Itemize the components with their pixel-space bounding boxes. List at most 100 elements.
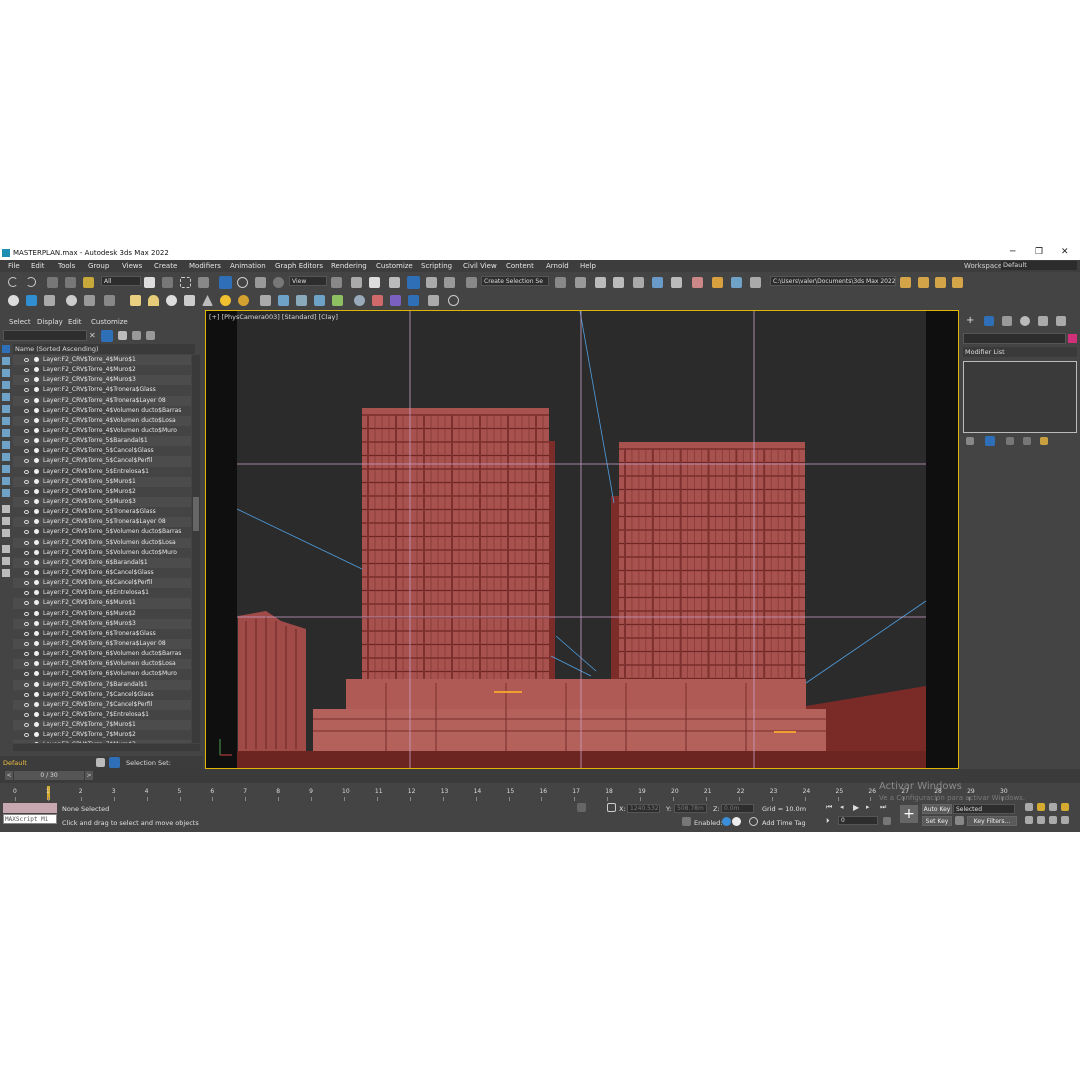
select-filter-icon[interactable] xyxy=(101,330,113,342)
auto-key-button[interactable]: Auto Key xyxy=(922,804,952,814)
scene-object-row[interactable]: Layer:F2_CRV$Torre_6$Volumen ducto$Muro xyxy=(13,669,191,679)
visibility-eye-icon[interactable] xyxy=(24,408,29,413)
time-config-icon[interactable] xyxy=(883,817,891,825)
render-toggle-icon[interactable] xyxy=(34,630,39,636)
key-mode-icon[interactable]: ⏵ xyxy=(826,817,834,825)
viewport-icon[interactable] xyxy=(44,295,55,306)
help-icon[interactable] xyxy=(448,295,459,306)
render-toggle-icon[interactable] xyxy=(34,651,39,657)
adaptive-degradation-icon[interactable] xyxy=(682,817,691,826)
visibility-eye-icon[interactable] xyxy=(24,641,29,646)
display-cameras-icon[interactable] xyxy=(2,393,10,401)
menu-modifiers[interactable]: Modifiers xyxy=(189,262,221,270)
pan-view-icon[interactable] xyxy=(1037,816,1045,824)
scene-object-row[interactable]: Layer:F2_CRV$Torre_5$Tronera$Layer 08 xyxy=(13,517,191,528)
previous-frame-icon[interactable]: ◂ xyxy=(840,803,848,811)
zoom-icon[interactable] xyxy=(1025,803,1033,811)
enabled-toggle-icon[interactable] xyxy=(722,817,731,826)
select-rotate-icon[interactable] xyxy=(237,277,248,288)
minimize-button[interactable]: ─ xyxy=(1010,247,1015,257)
render-toggle-icon[interactable] xyxy=(34,387,39,393)
render-production-icon[interactable] xyxy=(750,277,761,288)
visibility-eye-icon[interactable] xyxy=(24,398,29,403)
camera-icon[interactable] xyxy=(84,295,95,306)
x-coordinate-field[interactable]: 1240.532m xyxy=(627,804,660,813)
scene-object-row[interactable]: Layer:F2_CRV$Torre_4$Tronera$Glass xyxy=(13,385,191,395)
visibility-eye-icon[interactable] xyxy=(24,591,29,596)
scene-object-row[interactable]: Layer:F2_CRV$Torre_7$Muro$1 xyxy=(13,720,191,731)
visibility-eye-icon[interactable] xyxy=(24,540,29,545)
go-to-start-icon[interactable]: ⏮ xyxy=(826,803,834,811)
visibility-eye-icon[interactable] xyxy=(24,469,29,474)
scene-object-row[interactable]: Layer:F2_CRV$Torre_6$Tronera$Glass xyxy=(13,629,191,639)
selection-set-icon[interactable] xyxy=(109,757,120,768)
visibility-eye-icon[interactable] xyxy=(24,428,29,433)
helper-icon[interactable] xyxy=(104,295,115,306)
render-toggle-icon[interactable] xyxy=(34,671,39,677)
spinner-snap-icon[interactable] xyxy=(444,277,455,288)
render-toggle-icon[interactable] xyxy=(34,488,39,494)
render-toggle-icon[interactable] xyxy=(34,498,39,504)
menu-rendering[interactable]: Rendering xyxy=(331,262,367,270)
remove-modifier-icon[interactable] xyxy=(1023,437,1031,445)
render-toggle-icon[interactable] xyxy=(34,681,39,687)
render-toggle-icon[interactable] xyxy=(34,468,39,474)
scene-object-row[interactable]: Layer:F2_CRV$Torre_7$Cancel$Glass xyxy=(13,690,191,700)
visibility-eye-icon[interactable] xyxy=(24,652,29,657)
scene-object-row[interactable]: Layer:F2_CRV$Torre_6$Volumen ducto$Losa xyxy=(13,659,191,670)
display-spacewarps-icon[interactable] xyxy=(2,417,10,425)
visibility-eye-icon[interactable] xyxy=(24,378,29,383)
visibility-eye-icon[interactable] xyxy=(24,479,29,484)
menu-graph-editors[interactable]: Graph Editors xyxy=(275,262,323,270)
visibility-eye-icon[interactable] xyxy=(24,621,29,626)
layer-explorer-icon[interactable] xyxy=(613,277,624,288)
unlink-icon[interactable] xyxy=(65,277,76,288)
menu-help[interactable]: Help xyxy=(580,262,596,270)
visibility-eye-icon[interactable] xyxy=(24,530,29,535)
sphere-material-icon[interactable] xyxy=(238,295,249,306)
filter-icon[interactable] xyxy=(2,545,10,553)
set-keys-plus-icon[interactable]: + xyxy=(900,805,918,823)
visibility-eye-icon[interactable] xyxy=(24,712,29,717)
keyboard-shortcut-icon[interactable] xyxy=(369,277,380,288)
visibility-eye-icon[interactable] xyxy=(24,499,29,504)
arnold-lights-icon[interactable] xyxy=(372,295,383,306)
visibility-eye-icon[interactable] xyxy=(24,662,29,667)
render-toggle-icon[interactable] xyxy=(34,549,39,555)
visibility-eye-icon[interactable] xyxy=(24,611,29,616)
shape-icon[interactable] xyxy=(184,295,195,306)
arnold-material-icon[interactable] xyxy=(390,295,401,306)
next-frame-arrow-icon[interactable]: > xyxy=(85,771,93,780)
scene-object-row[interactable]: Layer:F2_CRV$Torre_6$Muro$2 xyxy=(13,609,191,619)
create-tab-icon[interactable]: + xyxy=(966,316,976,326)
scene-object-row[interactable]: Layer:F2_CRV$Torre_4$Muro$3 xyxy=(13,375,191,386)
menu-civil-view[interactable]: Civil View xyxy=(463,262,497,270)
visibility-eye-icon[interactable] xyxy=(24,418,29,423)
render-toggle-icon[interactable] xyxy=(34,458,39,464)
visibility-eye-icon[interactable] xyxy=(24,692,29,697)
scene-object-row[interactable]: Layer:F2_CRV$Torre_4$Muro$1 xyxy=(13,355,191,366)
utilities-tab-icon[interactable] xyxy=(1056,316,1066,326)
display-influences-icon[interactable] xyxy=(2,517,10,525)
maximize-button[interactable]: ❐ xyxy=(1035,247,1043,257)
render-toggle-icon[interactable] xyxy=(34,519,39,525)
project-folder-icon[interactable] xyxy=(900,277,911,288)
explorer-search-input[interactable] xyxy=(3,330,87,341)
scene-object-row[interactable]: Layer:F2_CRV$Torre_4$Volumen ducto$Losa xyxy=(13,415,191,426)
key-filters-button[interactable]: Key Filters... xyxy=(967,816,1017,826)
render-toggle-icon[interactable] xyxy=(34,367,39,373)
scene-object-row[interactable]: Layer:F2_CRV$Torre_6$Barandal$1 xyxy=(13,557,191,568)
teapot-icon[interactable] xyxy=(8,295,19,306)
display-shapes-icon[interactable] xyxy=(2,369,10,377)
scene-object-row[interactable]: Layer:F2_CRV$Torre_5$Cancel$Perfil xyxy=(13,456,191,467)
menu-content[interactable]: Content xyxy=(506,262,534,270)
visibility-eye-icon[interactable] xyxy=(24,682,29,687)
render-toggle-icon[interactable] xyxy=(34,509,39,515)
make-unique-icon[interactable] xyxy=(1006,437,1014,445)
render-toggle-icon[interactable] xyxy=(34,529,39,535)
key-filter-icon[interactable] xyxy=(955,816,964,825)
current-frame-field[interactable]: 0 xyxy=(838,816,878,825)
scene-object-row[interactable]: Layer:F2_CRV$Torre_5$Muro$2 xyxy=(13,487,191,497)
visibility-eye-icon[interactable] xyxy=(24,449,29,454)
select-by-name-icon[interactable] xyxy=(162,277,173,288)
